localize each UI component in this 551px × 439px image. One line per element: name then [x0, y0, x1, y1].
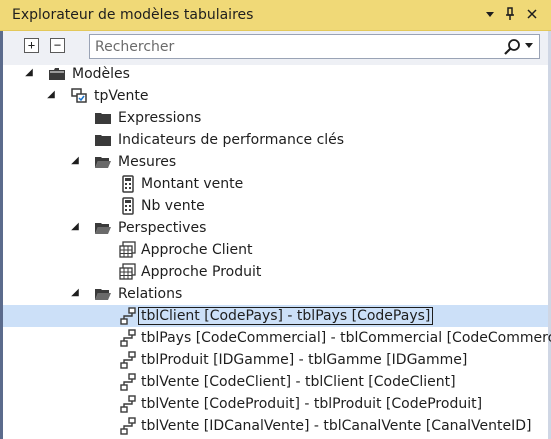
tree-node-relation[interactable]: tblVente [IDCanalVente] - tblCanalVente …: [3, 415, 548, 437]
tree-label: Expressions: [118, 110, 202, 126]
tree-node-perspective-item[interactable]: Approche Produit: [3, 261, 548, 283]
tree-label: tpVente: [94, 88, 149, 104]
tree-node-relation[interactable]: tblPays [CodeCommercial] - tblCommercial…: [3, 327, 551, 349]
open-folder-icon: [94, 153, 112, 171]
dropdown-icon[interactable]: [482, 5, 498, 23]
relationship-icon: [119, 417, 137, 435]
search-box: [89, 34, 540, 59]
tree-label: Nb vente: [141, 198, 205, 214]
tree-node-relations[interactable]: ◢ Relations: [3, 283, 548, 305]
relationship-icon: [119, 373, 137, 391]
tree-node-perspectives[interactable]: ◢ Perspectives: [3, 217, 548, 239]
tree-node-relation-selected[interactable]: tblClient [CodePays] - tblPays [CodePays…: [3, 305, 548, 327]
models-folder-icon: [48, 65, 66, 83]
tree-label: tblClient [CodePays] - tblPays [CodePays…: [137, 307, 434, 325]
tree-label: Approche Produit: [141, 264, 262, 280]
collapse-arrow-icon[interactable]: ◢: [69, 221, 81, 233]
search-options-chevron-icon[interactable]: [523, 38, 535, 56]
perspective-table-icon: [119, 241, 137, 259]
tree-node-relation[interactable]: tblVente [CodeClient] - tblClient [CodeC…: [3, 371, 548, 393]
tree-label: tblPays [CodeCommercial] - tblCommercial…: [141, 330, 551, 346]
tree-node-relation[interactable]: tblProduit [IDGamme] - tblGamme [IDGamme…: [3, 349, 548, 371]
tree-node-measure-item[interactable]: Nb vente: [3, 195, 548, 217]
tree-node-models[interactable]: ◢ Modèles: [3, 63, 548, 85]
search-icon[interactable]: [503, 38, 521, 56]
tree-node-perspective-item[interactable]: Approche Client: [3, 239, 548, 261]
close-icon[interactable]: [524, 5, 540, 23]
tree-label: tblProduit [IDGamme] - tblGamme [IDGamme…: [141, 352, 468, 368]
tree-label: tblVente [CodeProduit] - tblProduit [Cod…: [141, 396, 483, 412]
collapse-arrow-icon[interactable]: ◢: [69, 287, 81, 299]
tree-node-expressions[interactable]: Expressions: [3, 107, 548, 129]
collapse-all-button[interactable]: −: [50, 38, 65, 53]
relationship-icon: [119, 351, 137, 369]
tree-node-measure-item[interactable]: Montant vente: [3, 173, 548, 195]
tree-label: Modèles: [72, 66, 130, 82]
tree-label: Perspectives: [118, 220, 207, 236]
calculator-icon: [119, 197, 137, 215]
perspective-table-icon: [119, 263, 137, 281]
tree-node-model[interactable]: ◢ tpVente: [3, 85, 548, 107]
relationship-icon: [119, 307, 137, 325]
tree-label: tblVente [IDCanalVente] - tblCanalVente …: [141, 418, 532, 434]
tree-label: Montant vente: [141, 176, 244, 192]
pin-icon[interactable]: [502, 5, 518, 23]
tree-node-relation[interactable]: tblVente [CodeProduit] - tblProduit [Cod…: [3, 393, 548, 415]
tree-label: Relations: [118, 286, 183, 302]
model-cube-icon: [70, 87, 88, 105]
relationship-icon: [119, 329, 137, 347]
calculator-icon: [119, 175, 137, 193]
collapse-arrow-icon[interactable]: ◢: [45, 89, 57, 101]
expand-all-button[interactable]: +: [24, 38, 39, 53]
search-input[interactable]: [95, 37, 500, 56]
tree-label: Indicateurs de performance clés: [118, 132, 345, 148]
tree-label: Approche Client: [141, 242, 253, 258]
collapse-arrow-icon[interactable]: ◢: [23, 67, 35, 79]
tree-label: Mesures: [118, 154, 177, 170]
collapse-arrow-icon[interactable]: ◢: [69, 155, 81, 167]
tree-node-measures[interactable]: ◢ Mesures: [3, 151, 548, 173]
relationship-icon: [119, 395, 137, 413]
open-folder-icon: [94, 219, 112, 237]
tree-label: tblVente [CodeClient] - tblClient [CodeC…: [141, 374, 456, 390]
folder-icon: [94, 109, 112, 127]
tree-node-kpis[interactable]: Indicateurs de performance clés: [3, 129, 548, 151]
panel-titlebar: Explorateur de modèles tabulaires: [0, 0, 551, 31]
panel-title: Explorateur de modèles tabulaires: [12, 7, 254, 23]
open-folder-icon: [94, 285, 112, 303]
folder-icon: [94, 131, 112, 149]
